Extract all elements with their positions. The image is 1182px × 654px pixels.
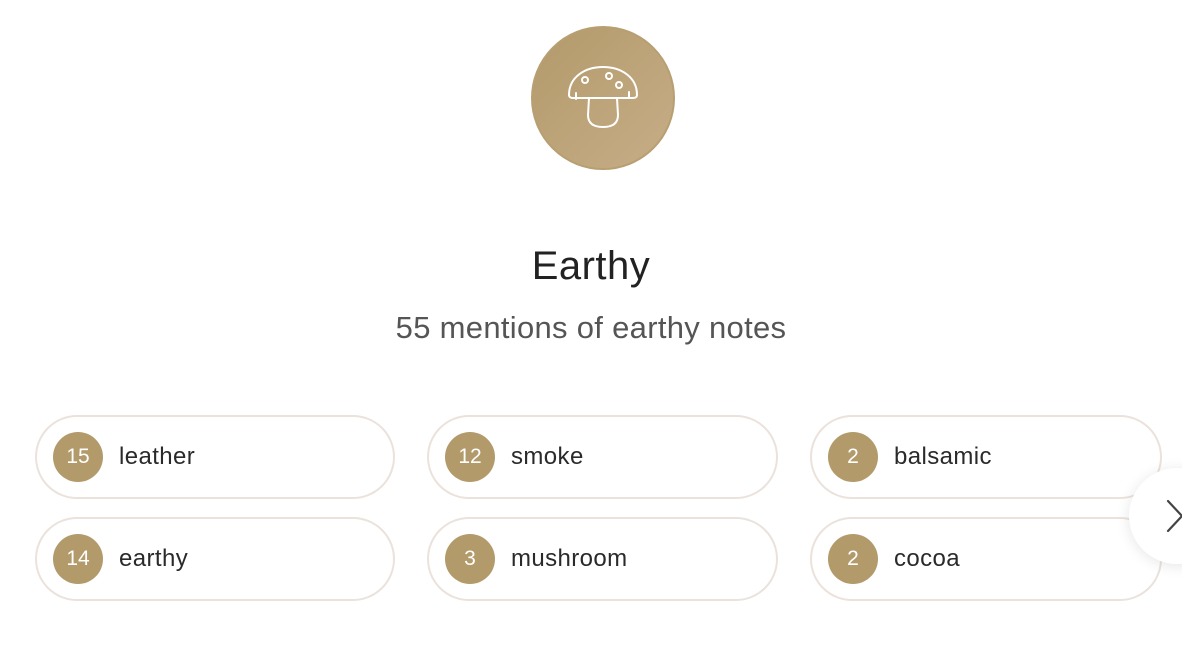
- note-pill-earthy[interactable]: 14 earthy: [35, 517, 395, 601]
- note-count-badge: 14: [53, 534, 103, 584]
- note-count-badge: 12: [445, 432, 495, 482]
- category-title: Earthy: [531, 244, 651, 288]
- note-label: smoke: [511, 443, 584, 470]
- chevron-right-icon: [1166, 499, 1182, 533]
- mushroom-icon: [568, 66, 638, 128]
- note-count-badge: 2: [828, 432, 878, 482]
- note-pill-mushroom[interactable]: 3 mushroom: [427, 517, 778, 601]
- note-pill-cocoa[interactable]: 2 cocoa: [810, 517, 1162, 601]
- note-pill-smoke[interactable]: 12 smoke: [427, 415, 778, 499]
- note-label: balsamic: [894, 443, 992, 470]
- note-label: cocoa: [894, 545, 961, 572]
- note-label: earthy: [119, 545, 189, 572]
- note-pill-leather[interactable]: 15 leather: [35, 415, 395, 499]
- note-count-badge: 15: [53, 432, 103, 482]
- note-count-badge: 3: [445, 534, 495, 584]
- note-label: mushroom: [511, 545, 628, 572]
- note-label: leather: [119, 443, 196, 470]
- category-icon-badge: [531, 26, 675, 170]
- note-count-badge: 2: [828, 534, 878, 584]
- note-pill-balsamic[interactable]: 2 balsamic: [810, 415, 1162, 499]
- category-subtitle: 55 mentions of earthy notes: [395, 310, 787, 345]
